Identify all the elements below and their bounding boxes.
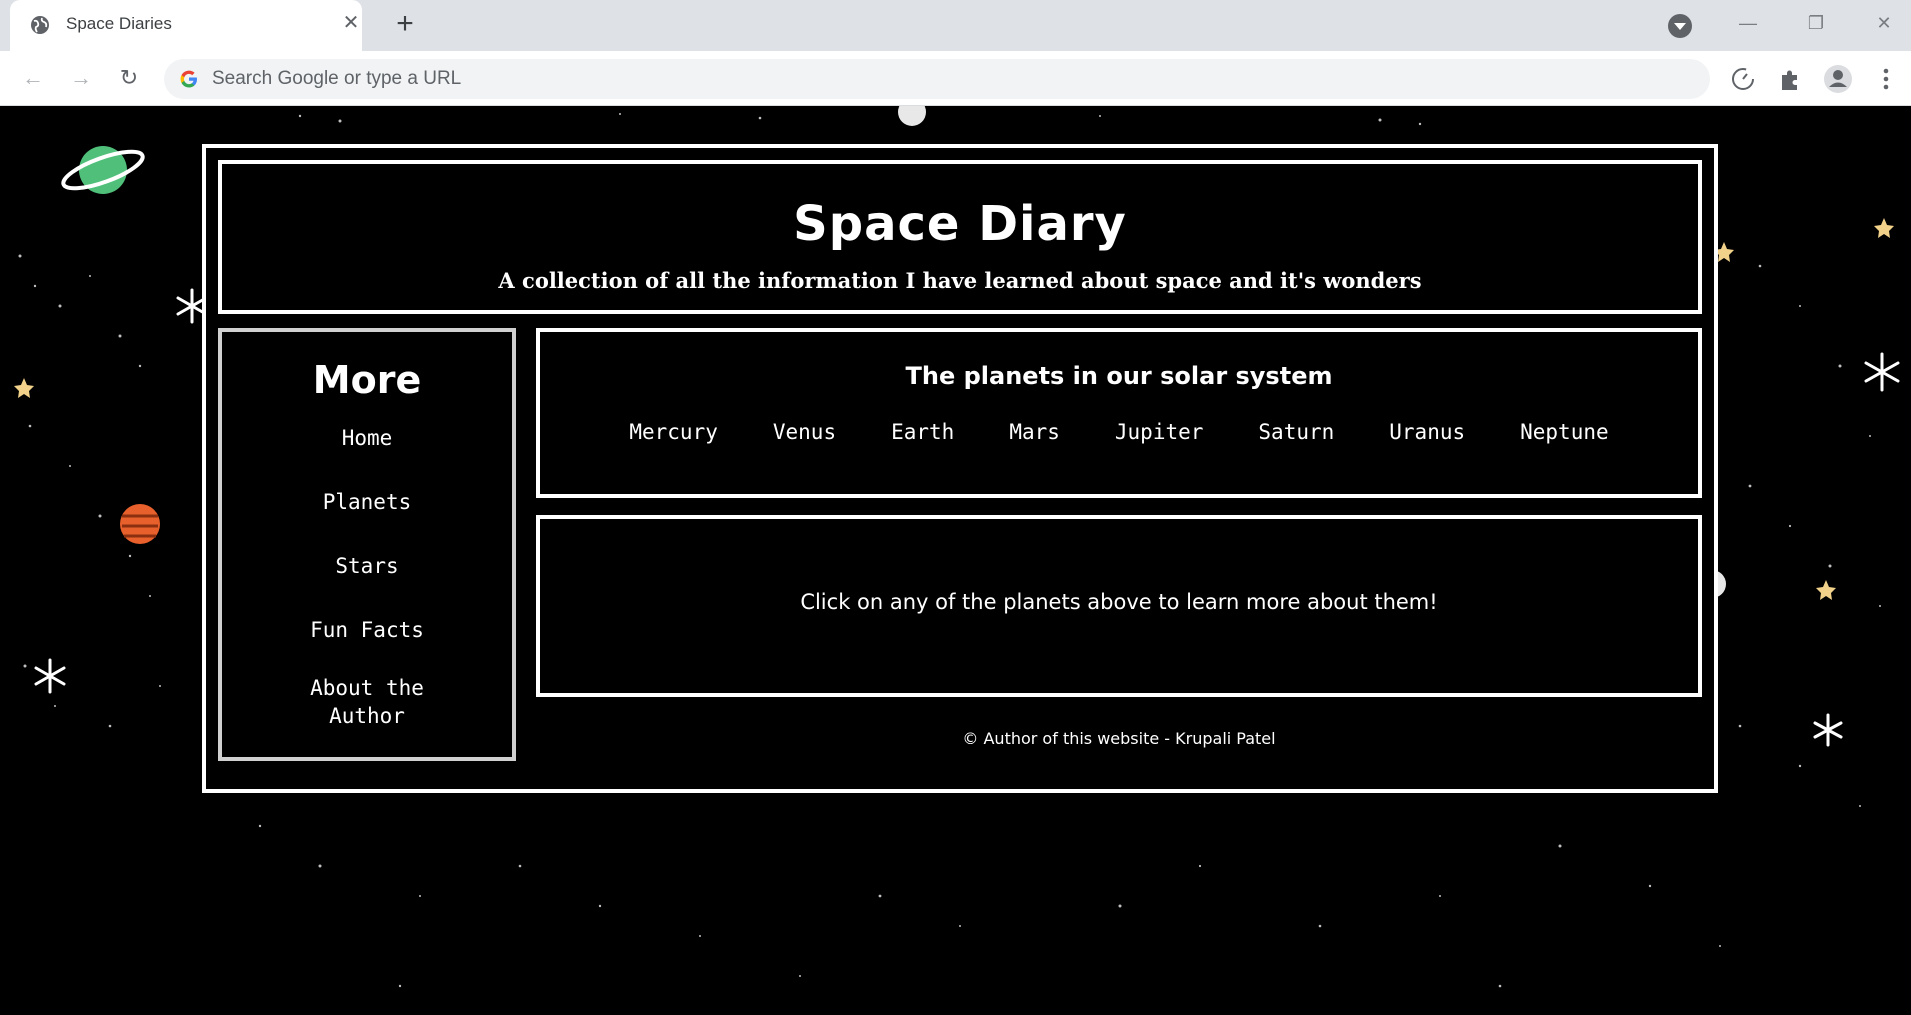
planets-section: The planets in our solar system Mercury … [536, 328, 1702, 498]
browser-toolbar: ← → ↻ [0, 51, 1911, 106]
tab-search-icon[interactable] [1668, 14, 1692, 38]
planets-heading: The planets in our solar system [905, 362, 1333, 390]
planet-links: Mercury Venus Earth Mars Jupiter Saturn … [540, 420, 1698, 444]
planet-link-saturn[interactable]: Saturn [1258, 420, 1334, 444]
planet-link-earth[interactable]: Earth [891, 420, 954, 444]
menu-dots-icon[interactable] [1870, 63, 1902, 95]
new-tab-button[interactable]: + [390, 9, 420, 40]
sidebar-link-about-author-line2[interactable]: Author [222, 702, 512, 730]
browser-tab-bar: Space Diaries ✕ + — ❐ ✕ [0, 0, 1911, 51]
site-title: Space Diary [793, 196, 1127, 252]
performance-icon[interactable] [1727, 63, 1759, 95]
close-window-button[interactable]: ✕ [1866, 8, 1902, 38]
minimize-button[interactable]: — [1730, 8, 1766, 38]
sidebar-link-about-author-line1[interactable]: About the [222, 674, 512, 702]
tab-title: Space Diaries [66, 14, 172, 33]
site-container: Space Diary A collection of all the info… [202, 144, 1718, 793]
reload-icon[interactable]: ↻ [114, 63, 144, 93]
omnibox-input[interactable] [212, 59, 1692, 99]
tab-close-icon[interactable]: ✕ [340, 12, 362, 34]
planet-info-panel: Click on any of the planets above to lea… [536, 515, 1702, 697]
sidebar-link-fun-facts[interactable]: Fun Facts [222, 616, 512, 644]
browser-tab[interactable]: Space Diaries ✕ [10, 0, 362, 51]
planet-link-mars[interactable]: Mars [1009, 420, 1060, 444]
sidebar-link-stars[interactable]: Stars [222, 552, 512, 580]
planet-link-mercury[interactable]: Mercury [629, 420, 718, 444]
google-logo-icon [180, 70, 197, 88]
globe-icon [31, 16, 49, 34]
sidebar-link-planets[interactable]: Planets [222, 488, 512, 516]
extensions-icon[interactable] [1774, 63, 1806, 95]
planet-link-neptune[interactable]: Neptune [1520, 420, 1609, 444]
back-arrow-icon[interactable]: ← [18, 63, 48, 93]
sidebar-link-home[interactable]: Home [222, 424, 512, 452]
planet-link-jupiter[interactable]: Jupiter [1115, 420, 1204, 444]
address-bar[interactable] [164, 59, 1710, 99]
forward-arrow-icon[interactable]: → [66, 63, 96, 93]
site-header: Space Diary A collection of all the info… [218, 160, 1702, 314]
planet-info-text: Click on any of the planets above to lea… [800, 590, 1438, 614]
planet-link-venus[interactable]: Venus [773, 420, 836, 444]
planet-link-uranus[interactable]: Uranus [1389, 420, 1465, 444]
saturn-like-planet-decoration [61, 146, 145, 194]
sidebar-title: More [312, 358, 422, 402]
site-subtitle: A collection of all the information I ha… [498, 268, 1422, 293]
site-footer: © Author of this website - Krupali Patel [962, 729, 1276, 748]
restore-button[interactable]: ❐ [1798, 8, 1834, 38]
page-viewport: Space Diary A collection of all the info… [0, 106, 1911, 1015]
sidebar-nav: More Home Planets Stars Fun Facts About … [218, 328, 516, 761]
profile-avatar-icon[interactable] [1822, 63, 1854, 95]
